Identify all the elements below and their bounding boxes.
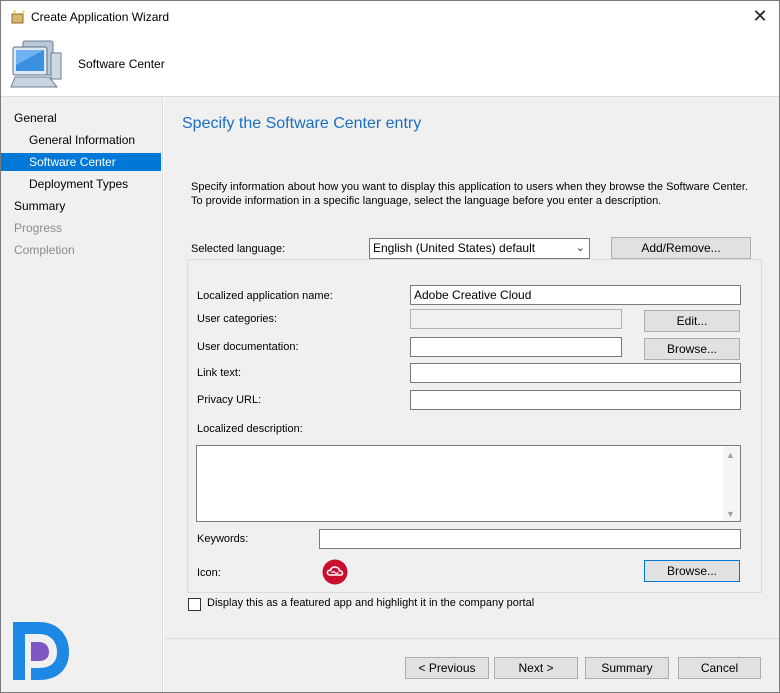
close-icon: ✕ [752, 5, 768, 26]
cancel-button[interactable]: Cancel [678, 657, 761, 679]
keywords-field[interactable] [319, 529, 741, 549]
language-label: Selected language: [191, 243, 286, 255]
window-title: Create Application Wizard [31, 10, 170, 24]
language-select[interactable]: English (United States) default ⌄ [369, 238, 590, 259]
documentation-label: User documentation: [197, 341, 299, 353]
previous-button[interactable]: < Previous [405, 657, 489, 679]
link-text-field[interactable] [410, 363, 741, 383]
scroll-down-icon[interactable]: ▼ [726, 509, 735, 519]
nav-summary[interactable]: Summary [1, 197, 161, 215]
description-scrollbar[interactable]: ▲ ▼ [723, 446, 740, 521]
wizard-header: Software Center [1, 33, 779, 97]
chevron-down-icon: ⌄ [575, 242, 585, 254]
documentation-field[interactable] [410, 337, 622, 357]
nav-deployment-types[interactable]: Deployment Types [1, 175, 161, 193]
nav-general-information[interactable]: General Information [1, 131, 161, 149]
footer-divider [164, 638, 779, 639]
categories-label: User categories: [197, 313, 278, 325]
intro-text: Specify information about how you want t… [191, 181, 749, 207]
wizard-content: Specify the Software Center entry Specif… [164, 97, 779, 692]
featured-app-label: Display this as a featured app and highl… [207, 597, 535, 609]
wizard-window: Create Application Wizard ✕ Software Cen… [0, 0, 780, 693]
next-button[interactable]: Next > [494, 657, 578, 679]
keywords-label: Keywords: [197, 533, 249, 545]
description-textarea[interactable]: ▲ ▼ [196, 445, 741, 522]
adobe-creative-cloud-icon [322, 559, 348, 585]
description-label: Localized description: [197, 423, 303, 435]
nav-progress: Progress [14, 221, 63, 235]
computer-icon [10, 40, 62, 88]
icon-label: Icon: [197, 567, 221, 579]
scroll-up-icon[interactable]: ▲ [726, 450, 735, 460]
documentation-browse-button[interactable]: Browse... [644, 338, 740, 360]
add-remove-button[interactable]: Add/Remove... [611, 237, 751, 259]
close-button[interactable]: ✕ [743, 3, 777, 29]
nav-general[interactable]: General [1, 109, 161, 127]
featured-app-checkbox[interactable] [188, 598, 201, 611]
privacy-url-label: Privacy URL: [197, 394, 262, 406]
nav-software-center[interactable]: Software Center [1, 153, 161, 171]
summary-button[interactable]: Summary [585, 657, 669, 679]
link-text-label: Link text: [197, 367, 242, 379]
nav-completion: Completion [14, 243, 75, 257]
privacy-url-field[interactable] [410, 390, 741, 410]
categories-field [410, 309, 622, 329]
title-bar[interactable]: Create Application Wizard ✕ [1, 1, 779, 33]
icon-browse-button[interactable]: Browse... [644, 560, 740, 582]
page-title: Specify the Software Center entry [182, 115, 422, 132]
edit-categories-button[interactable]: Edit... [644, 310, 740, 332]
wizard-sidebar: General General Information Software Cen… [1, 97, 163, 692]
header-title: Software Center [78, 57, 165, 71]
language-value: English (United States) default [373, 241, 536, 255]
brand-logo-icon [13, 622, 69, 680]
wizard-icon [11, 10, 25, 24]
app-name-label: Localized application name: [197, 290, 333, 302]
app-name-field[interactable]: Adobe Creative Cloud [410, 285, 741, 305]
